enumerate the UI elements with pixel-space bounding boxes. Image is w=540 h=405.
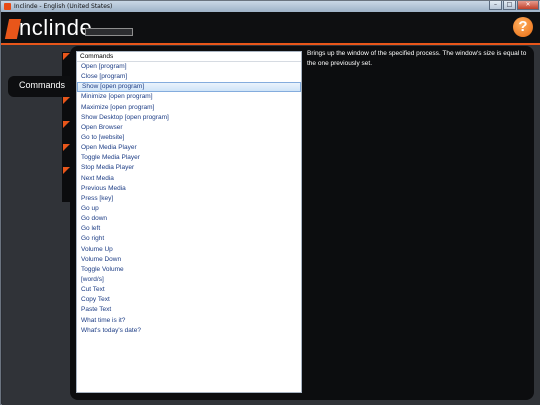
command-list-item[interactable]: What's today's date? — [77, 326, 301, 336]
window-controls: – □ ✕ — [489, 1, 539, 11]
command-list-item[interactable]: Minimize [open program] — [77, 92, 301, 102]
tab-marker-icon — [63, 53, 70, 60]
command-list-item[interactable]: Paste Text — [77, 305, 301, 315]
command-list-item[interactable]: Toggle Media Player — [77, 153, 301, 163]
command-list-item[interactable]: Press [key] — [77, 194, 301, 204]
command-list-item[interactable]: Go to [website] — [77, 133, 301, 143]
command-list-item[interactable]: Go up — [77, 204, 301, 214]
commands-list-header: Commands — [77, 52, 301, 62]
minimize-button[interactable]: – — [489, 1, 502, 10]
command-list-item[interactable]: Toggle Volume — [77, 265, 301, 275]
command-list-item[interactable]: Open Browser — [77, 123, 301, 133]
command-list-item[interactable]: Volume Up — [77, 245, 301, 255]
command-list-item[interactable]: [word/s] — [77, 275, 301, 285]
tab-marker-icon — [63, 167, 70, 174]
command-list-item[interactable]: Go down — [77, 214, 301, 224]
tab-commands[interactable]: Commands — [8, 76, 70, 97]
tab-marker-icon — [63, 97, 70, 104]
command-list-item[interactable]: Stop Media Player — [77, 163, 301, 173]
tab-marker-icon — [63, 121, 70, 128]
command-list-item[interactable]: What time is it? — [77, 316, 301, 326]
command-list-item[interactable]: Volume Down — [77, 255, 301, 265]
app-icon — [4, 3, 11, 10]
command-description: Brings up the window of the specified pr… — [307, 50, 527, 67]
help-button[interactable]: ? — [513, 17, 533, 37]
app-logo-text: nclinde — [19, 15, 93, 40]
tab-commands-label: Commands — [19, 80, 66, 90]
command-list-item[interactable]: Go right — [77, 234, 301, 244]
command-list-item[interactable]: Show [open program] — [77, 82, 301, 93]
command-list-item[interactable]: Close [program] — [77, 72, 301, 82]
tab-marker-icon — [63, 144, 70, 151]
command-list-item[interactable]: Maximize [open program] — [77, 103, 301, 113]
close-button[interactable]: ✕ — [517, 1, 539, 10]
command-list-item[interactable]: Next Media — [77, 174, 301, 184]
command-list-item[interactable]: Open [program] — [77, 62, 301, 72]
commands-list[interactable]: Commands Open [program] Close [program] Sh… — [76, 51, 302, 393]
command-list-item[interactable]: Show Desktop [open program] — [77, 113, 301, 123]
command-list-item[interactable]: Cut Text — [77, 285, 301, 295]
window-title: Inclinde - English (United States) — [14, 3, 113, 10]
command-list-item[interactable]: Copy Text — [77, 295, 301, 305]
header-input-field[interactable] — [85, 28, 133, 36]
command-list-item[interactable]: Go left — [77, 224, 301, 234]
command-list-item[interactable]: Open Media Player — [77, 143, 301, 153]
app-window: Inclinde - English (United States) – □ ✕… — [0, 0, 540, 405]
maximize-button[interactable]: □ — [503, 1, 516, 10]
command-list-item[interactable]: Previous Media — [77, 184, 301, 194]
